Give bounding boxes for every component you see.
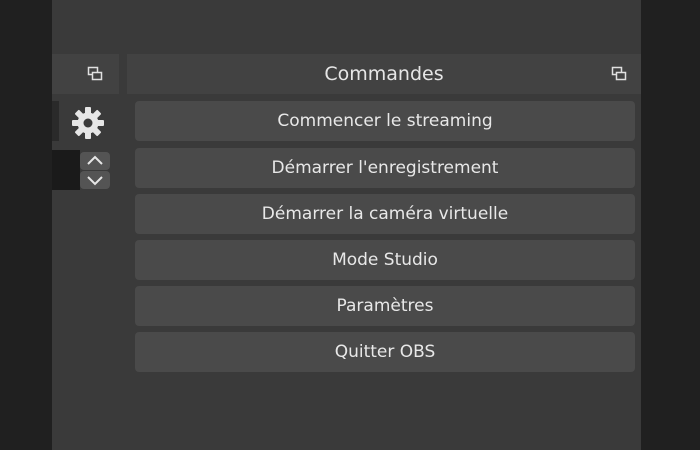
studio-mode-button[interactable]: Mode Studio (135, 240, 635, 280)
start-recording-button[interactable]: Démarrer l'enregistrement (135, 148, 635, 188)
right-window-edge (641, 0, 700, 450)
dock-float-icon[interactable] (87, 66, 103, 82)
chevron-up-icon (87, 155, 103, 165)
start-streaming-button[interactable]: Commencer le streaming (135, 101, 635, 141)
spin-box-field[interactable] (52, 150, 80, 190)
settings-button[interactable]: Paramètres (135, 286, 635, 326)
spin-up-button[interactable] (80, 152, 110, 170)
left-panel-field[interactable] (52, 101, 59, 141)
exit-button[interactable]: Quitter OBS (135, 332, 635, 372)
chevron-down-icon (87, 176, 103, 186)
spin-down-button[interactable] (80, 171, 110, 189)
dock-float-icon[interactable] (611, 66, 627, 82)
left-window-edge (0, 0, 52, 450)
left-dock-header (52, 54, 119, 94)
commands-dock-header: Commandes (127, 54, 641, 94)
dock-title: Commandes (324, 63, 444, 85)
start-virtual-camera-button[interactable]: Démarrer la caméra virtuelle (135, 194, 635, 234)
gear-icon[interactable] (70, 105, 106, 141)
